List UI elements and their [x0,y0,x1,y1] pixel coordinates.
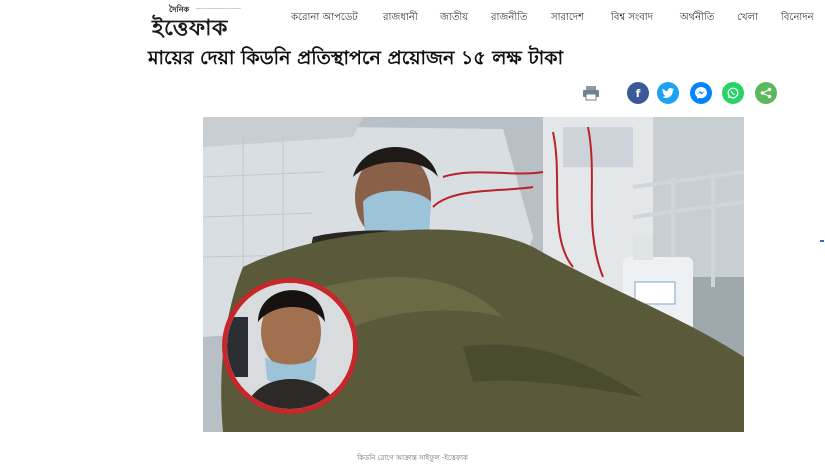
print-icon[interactable] [582,85,600,101]
twitter-icon[interactable] [657,82,679,104]
nav-item-sports[interactable]: খেলা [737,10,758,27]
nav-item-corona-update[interactable]: করোনা আপডেট [291,10,358,27]
nav-item-economy[interactable]: অর্থনীতি [680,10,714,27]
logo-text: ইত্তেফাক [152,15,228,41]
nav-item-world-news[interactable]: বিশ্ব সংবাদ [611,10,653,27]
top-navigation-bar: দৈনিক ————————— ইত্তেফাক করোনা আপডেট রাজ… [0,0,825,41]
nav-item-national[interactable]: জাতীয় [440,10,468,27]
article-headline: মায়ের দেয়া কিডনি প্রতিস্থাপনে প্রয়োজন… [148,47,564,69]
nav-item-politics[interactable]: রাজনীতি [491,10,528,27]
share-icon[interactable] [755,82,777,104]
site-logo[interactable]: দৈনিক ————————— ইত্তেফাক [152,4,276,41]
nav-item-entertainment[interactable]: বিনোদন [781,10,814,27]
facebook-icon[interactable]: f [627,82,649,104]
photo-caption: কিডনি রোগে আক্রান্ত সাইফুল -ইত্তেফাক [357,454,468,462]
whatsapp-icon[interactable] [722,82,744,104]
article-photo [203,117,744,432]
messenger-icon[interactable] [690,82,712,104]
nav-item-capital[interactable]: রাজধানী [383,10,418,27]
side-scroll-marker [820,240,824,242]
nav-item-country[interactable]: সারাদেশ [551,10,584,27]
